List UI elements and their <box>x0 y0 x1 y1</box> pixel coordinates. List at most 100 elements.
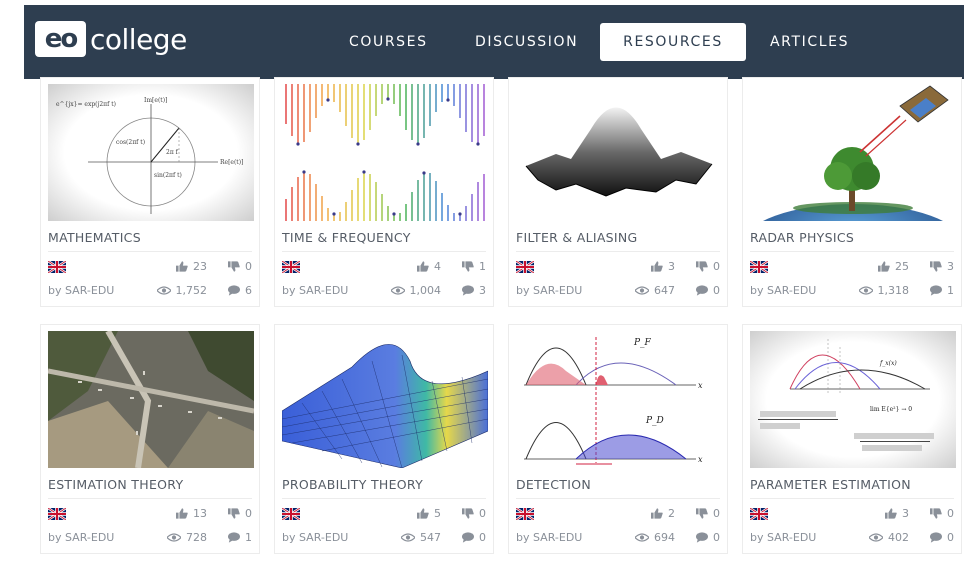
author: by SAR-EDU <box>750 284 817 297</box>
eo-college-logo[interactable]: eo college <box>35 21 187 57</box>
card-thumbnail[interactable] <box>48 331 254 468</box>
likes-value: 4 <box>434 260 441 273</box>
card-title[interactable]: ESTIMATION THEORY <box>48 477 183 492</box>
resource-card-probability-theory[interactable]: PROBABILITY THEORY 5 0 by SAR-EDU 547 0 <box>274 324 494 554</box>
eye-icon <box>635 286 649 295</box>
likes-count[interactable]: 4 <box>417 260 441 273</box>
card-title[interactable]: TIME & FREQUENCY <box>282 230 411 245</box>
comments-value: 6 <box>245 284 252 297</box>
comments-count[interactable]: 0 <box>696 284 720 297</box>
uk-flag-icon <box>750 508 768 520</box>
card-thumbnail[interactable]: e^{jx}= exp(j2πf t) Im[e(t)] Re[e(t)] co… <box>48 84 254 221</box>
dislikes-count[interactable]: 0 <box>696 507 720 520</box>
nav-discussion[interactable]: DISCUSSION <box>475 34 578 50</box>
dislikes-count[interactable]: 0 <box>462 507 486 520</box>
pd-label: P_D <box>645 416 664 426</box>
logo-text: college <box>90 22 187 56</box>
dislikes-count[interactable]: 0 <box>228 507 252 520</box>
likes-count[interactable]: 3 <box>651 260 675 273</box>
card-thumbnail[interactable] <box>282 331 488 468</box>
comments-count[interactable]: 0 <box>696 531 720 544</box>
thumbs-down-icon <box>930 261 942 272</box>
dislikes-count[interactable]: 1 <box>462 260 486 273</box>
card-title[interactable]: FILTER & ALIASING <box>516 230 638 245</box>
x-axis-label-bottom: x <box>698 455 703 464</box>
likes-value: 23 <box>193 260 207 273</box>
card-divider <box>750 251 954 252</box>
card-title[interactable]: RADAR PHYSICS <box>750 230 854 245</box>
resource-card-detection[interactable]: P_F P_D x x DETECTION 2 0 by SAR-EDU 694… <box>508 324 728 554</box>
dislikes-count[interactable]: 3 <box>930 260 954 273</box>
comment-icon <box>930 532 942 543</box>
views-count: 694 <box>635 531 675 544</box>
views-count: 1,752 <box>157 284 207 297</box>
likes-count[interactable]: 13 <box>176 507 207 520</box>
resource-card-filter-aliasing[interactable]: FILTER & ALIASING 3 0 by SAR-EDU 647 0 <box>508 77 728 307</box>
dislikes-value: 0 <box>947 507 954 520</box>
resource-card-mathematics[interactable]: e^{jx}= exp(j2πf t) Im[e(t)] Re[e(t)] co… <box>40 77 260 307</box>
comments-count[interactable]: 3 <box>462 284 486 297</box>
thumbs-up-icon <box>885 508 897 519</box>
resource-card-estimation-theory[interactable]: ESTIMATION THEORY 13 0 by SAR-EDU 728 1 <box>40 324 260 554</box>
resource-card-time-frequency[interactable]: TIME & FREQUENCY 4 1 by SAR-EDU 1,004 3 <box>274 77 494 307</box>
author: by SAR-EDU <box>750 531 817 544</box>
eye-icon <box>157 286 171 295</box>
comment-icon <box>930 285 942 296</box>
author: by SAR-EDU <box>282 284 349 297</box>
views-count: 547 <box>401 531 441 544</box>
comments-value: 0 <box>947 531 954 544</box>
comments-count[interactable]: 6 <box>228 284 252 297</box>
dislikes-count[interactable]: 0 <box>696 260 720 273</box>
card-thumbnail[interactable]: P_F P_D x x <box>516 331 722 468</box>
card-title[interactable]: PARAMETER ESTIMATION <box>750 477 911 492</box>
dislikes-count[interactable]: 0 <box>228 260 252 273</box>
comments-count[interactable]: 1 <box>228 531 252 544</box>
comments-count[interactable]: 1 <box>930 284 954 297</box>
dislikes-value: 3 <box>947 260 954 273</box>
dislikes-count[interactable]: 0 <box>930 507 954 520</box>
views-count: 647 <box>635 284 675 297</box>
card-thumbnail[interactable] <box>516 84 722 221</box>
card-thumbnail[interactable] <box>750 84 956 221</box>
nav-courses[interactable]: COURSES <box>349 34 428 50</box>
nav-articles[interactable]: ARTICLES <box>770 34 849 50</box>
math-cos-label: cos(2πf t) <box>116 139 145 146</box>
likes-count[interactable]: 2 <box>651 507 675 520</box>
thumbs-up-icon <box>176 508 188 519</box>
resource-card-parameter-estimation[interactable]: lim E{e²} → 0 f_x(x) PARAMETER ESTIMATIO… <box>742 324 962 554</box>
comment-icon <box>228 285 240 296</box>
comments-value: 0 <box>713 284 720 297</box>
eye-icon <box>167 533 181 542</box>
comments-count[interactable]: 0 <box>462 531 486 544</box>
card-thumbnail[interactable]: lim E{e²} → 0 f_x(x) <box>750 331 956 468</box>
comments-count[interactable]: 0 <box>930 531 954 544</box>
views-count: 728 <box>167 531 207 544</box>
top-navbar: eo college COURSES DISCUSSION RESOURCES … <box>24 5 964 79</box>
uk-flag-icon <box>282 261 300 273</box>
thumbs-down-icon <box>462 508 474 519</box>
uk-flag-icon <box>48 261 66 273</box>
likes-count[interactable]: 23 <box>176 260 207 273</box>
thumbs-down-icon <box>228 508 240 519</box>
card-title[interactable]: PROBABILITY THEORY <box>282 477 423 492</box>
nav-resources[interactable]: RESOURCES <box>600 23 746 61</box>
comments-value: 0 <box>713 531 720 544</box>
card-thumbnail[interactable] <box>282 84 488 221</box>
eye-icon <box>859 286 873 295</box>
comment-icon <box>696 285 708 296</box>
aerial-photo-illustration <box>48 331 254 468</box>
likes-value: 25 <box>895 260 909 273</box>
likes-count[interactable]: 25 <box>878 260 909 273</box>
resource-card-radar-physics[interactable]: RADAR PHYSICS 25 3 by SAR-EDU 1,318 1 <box>742 77 962 307</box>
card-title[interactable]: DETECTION <box>516 477 591 492</box>
comment-icon <box>462 532 474 543</box>
card-divider <box>516 498 720 499</box>
likes-count[interactable]: 3 <box>885 507 909 520</box>
thumbs-up-icon <box>176 261 188 272</box>
card-title[interactable]: MATHEMATICS <box>48 230 141 245</box>
thumbs-up-icon <box>417 261 429 272</box>
likes-count[interactable]: 5 <box>417 507 441 520</box>
thumbs-down-icon <box>696 508 708 519</box>
comments-value: 3 <box>479 284 486 297</box>
author: by SAR-EDU <box>516 531 583 544</box>
